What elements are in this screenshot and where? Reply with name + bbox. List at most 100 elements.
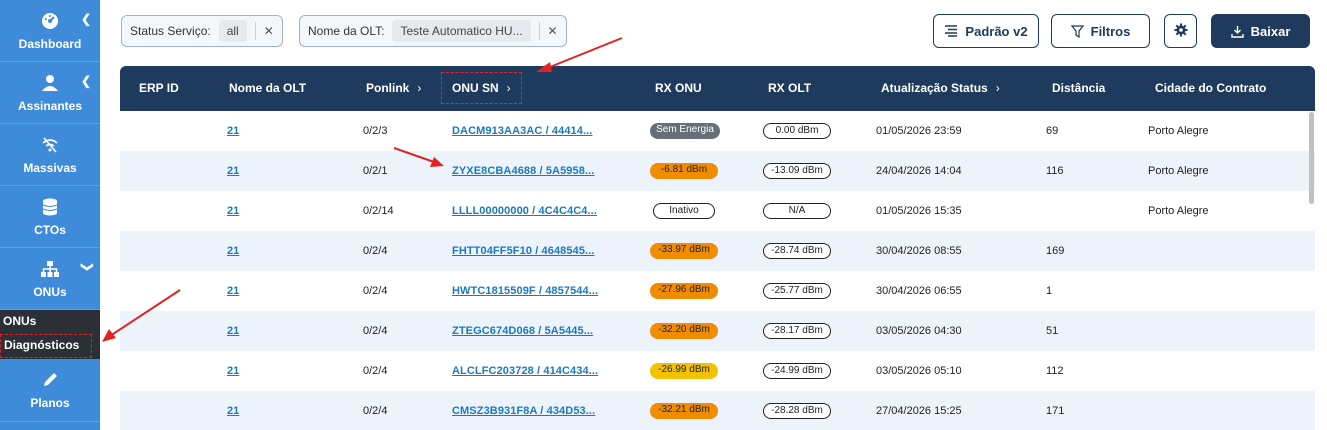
column-header-ponlink[interactable]: Ponlink ›: [366, 66, 421, 111]
filter-label: Status Serviço:: [130, 24, 211, 38]
onu-sn-link[interactable]: DACM913AA3AC / 44414...: [452, 111, 592, 151]
sidebar: Dashboard ❮ Assinantes ❮ Massivas CTOs O…: [0, 0, 100, 430]
olt-link[interactable]: 21: [227, 311, 239, 351]
sidebar-item-dashboard[interactable]: Dashboard ❮: [0, 0, 100, 62]
dashboard-icon: [40, 11, 60, 31]
settings-button[interactable]: [1164, 14, 1197, 48]
distance-cell: 171: [1046, 405, 1065, 417]
onu-sn-link[interactable]: ZTEGC674D068 / 5A5445...: [452, 311, 593, 351]
table-row[interactable]: 21 0/2/4 HWTC1815509F / 4857544... -27.9…: [120, 271, 1315, 311]
sidebar-item-massivas[interactable]: Massivas: [0, 124, 100, 186]
rx-onu-badge: -32.21 dBm: [650, 403, 718, 419]
rx-olt-badge: 0.00 dBm: [763, 123, 831, 139]
close-icon[interactable]: ✕: [264, 24, 274, 38]
olt-link[interactable]: 21: [227, 231, 239, 271]
status-updated-cell: 27/04/2026 15:25: [876, 405, 962, 417]
olt-link[interactable]: 21: [227, 391, 239, 430]
ponlink-cell: 0/2/3: [363, 125, 388, 137]
column-header-erp-id[interactable]: ERP ID: [139, 66, 179, 111]
divider: [254, 22, 256, 40]
chevron-left-icon[interactable]: ❮: [81, 12, 91, 26]
rx-olt-badge: -25.77 dBm: [763, 283, 831, 299]
wifi-off-icon: [40, 135, 60, 155]
close-icon[interactable]: ✕: [548, 24, 558, 38]
sidebar-item-onus[interactable]: ONUs ❮: [0, 248, 100, 310]
status-updated-cell: 30/04/2026 06:55: [876, 285, 962, 297]
sidebar-item-planos[interactable]: Planos: [0, 359, 100, 422]
table-row[interactable]: 21 0/2/4 ALCLFC203728 / 414C434... -26.9…: [120, 351, 1315, 391]
rx-olt-badge: N/A: [763, 203, 831, 219]
filter-value: all: [218, 20, 247, 42]
status-updated-cell: 24/04/2026 14:04: [876, 165, 962, 177]
submenu-item-diagnosticos[interactable]: Diagnósticos: [0, 334, 92, 358]
database-icon: [40, 197, 60, 217]
onu-sn-link[interactable]: ZYXE8CBA4688 / 5A5958...: [452, 151, 594, 191]
ponlink-cell: 0/2/4: [363, 285, 388, 297]
olt-link[interactable]: 21: [227, 151, 239, 191]
onu-sn-link[interactable]: CMSZ3B931F8A / 434D53...: [452, 391, 595, 430]
column-header-cidade[interactable]: Cidade do Contrato: [1155, 66, 1266, 111]
ponlink-cell: 0/2/4: [363, 405, 388, 417]
baixar-label: Baixar: [1250, 23, 1291, 39]
rx-onu-badge: Sem Energia: [650, 123, 720, 139]
onu-sn-link[interactable]: LLLL00000000 / 4C4C4C4...: [452, 191, 597, 231]
table-row[interactable]: 21 0/2/4 FHTT04FF5F10 / 4648545... -33.9…: [120, 231, 1315, 271]
filter-icon: [1070, 24, 1084, 38]
ponlink-cell: 0/2/1: [363, 165, 388, 177]
sidebar-item-label: Assinantes: [17, 98, 83, 113]
baixar-button[interactable]: Baixar: [1211, 14, 1310, 48]
filter-label: Nome da OLT:: [308, 24, 385, 38]
filter-chip-olt[interactable]: Nome da OLT: Teste Automatico HU... ✕: [299, 15, 567, 47]
olt-link[interactable]: 21: [227, 351, 239, 391]
rx-onu-badge: -32.20 dBm: [650, 323, 718, 339]
chevron-right-icon: ›: [995, 81, 1000, 95]
padrao-button[interactable]: Padrão v2: [933, 14, 1039, 48]
onu-sn-link[interactable]: HWTC1815509F / 4857544...: [452, 271, 598, 311]
sidebar-item-ctos[interactable]: CTOs: [0, 186, 100, 248]
olt-link[interactable]: 21: [227, 271, 239, 311]
status-updated-cell: 03/05/2026 05:10: [876, 365, 962, 377]
filter-value: Teste Automatico HU...: [392, 20, 531, 42]
rx-olt-badge: -28.17 dBm: [763, 323, 831, 339]
rx-olt-badge: -28.28 dBm: [763, 403, 831, 419]
column-header-rx-olt[interactable]: RX OLT: [768, 66, 811, 111]
column-header-onu-sn[interactable]: ONU SN ›: [441, 72, 522, 104]
column-header-distancia[interactable]: Distância: [1052, 66, 1105, 111]
user-icon: [40, 73, 60, 93]
table-row[interactable]: 21 0/2/4 ZTEGC674D068 / 5A5445... -32.20…: [120, 311, 1315, 351]
submenu-item-onus[interactable]: ONUs: [0, 310, 100, 334]
table-scrollbar[interactable]: [1309, 112, 1314, 204]
rx-olt-badge: -28.74 dBm: [763, 243, 831, 259]
column-header-nome-olt[interactable]: Nome da OLT: [229, 66, 306, 111]
gear-icon: [1174, 23, 1188, 40]
olt-link[interactable]: 21: [227, 111, 239, 151]
ponlink-cell: 0/2/14: [363, 205, 394, 217]
top-bar: Status Serviço: all ✕ Nome da OLT: Teste…: [100, 0, 1327, 62]
filter-chip-status[interactable]: Status Serviço: all ✕: [121, 15, 283, 47]
column-header-rx-onu[interactable]: RX ONU: [655, 66, 702, 111]
table-row[interactable]: 21 0/2/4 CMSZ3B931F8A / 434D53... -32.21…: [120, 391, 1315, 430]
column-header-atualizacao[interactable]: Atualização Status ›: [881, 66, 1000, 111]
table-row[interactable]: 21 0/2/14 LLLL00000000 / 4C4C4C4... Inat…: [120, 191, 1315, 231]
rx-onu-badge: -27.96 dBm: [650, 283, 718, 299]
olt-link[interactable]: 21: [227, 191, 239, 231]
pencil-icon: [40, 370, 60, 390]
onu-sn-link[interactable]: ALCLFC203728 / 414C434...: [452, 351, 598, 391]
onu-sn-link[interactable]: FHTT04FF5F10 / 4648545...: [452, 231, 595, 271]
ponlink-cell: 0/2/4: [363, 245, 388, 257]
rx-onu-badge: Inativo: [653, 203, 715, 219]
table-row[interactable]: 21 0/2/1 ZYXE8CBA4688 / 5A5958... -6.81 …: [120, 151, 1315, 191]
chevron-down-icon[interactable]: ❮: [79, 262, 93, 272]
distance-cell: 112: [1046, 365, 1064, 377]
chevron-left-icon[interactable]: ❮: [81, 74, 91, 88]
filtros-button[interactable]: Filtros: [1051, 14, 1150, 48]
divider: [538, 22, 540, 40]
table-row[interactable]: 21 0/2/3 DACM913AA3AC / 44414... Sem Ene…: [120, 111, 1315, 151]
distance-cell: 116: [1046, 165, 1064, 177]
sidebar-item-assinantes[interactable]: Assinantes ❮: [0, 62, 100, 124]
distance-cell: 69: [1046, 125, 1059, 137]
onus-submenu: ONUs Diagnósticos: [0, 310, 100, 359]
status-updated-cell: 30/04/2026 08:55: [876, 245, 962, 257]
sidebar-item-label: CTOs: [34, 222, 66, 237]
status-updated-cell: 01/05/2026 15:35: [876, 205, 962, 217]
